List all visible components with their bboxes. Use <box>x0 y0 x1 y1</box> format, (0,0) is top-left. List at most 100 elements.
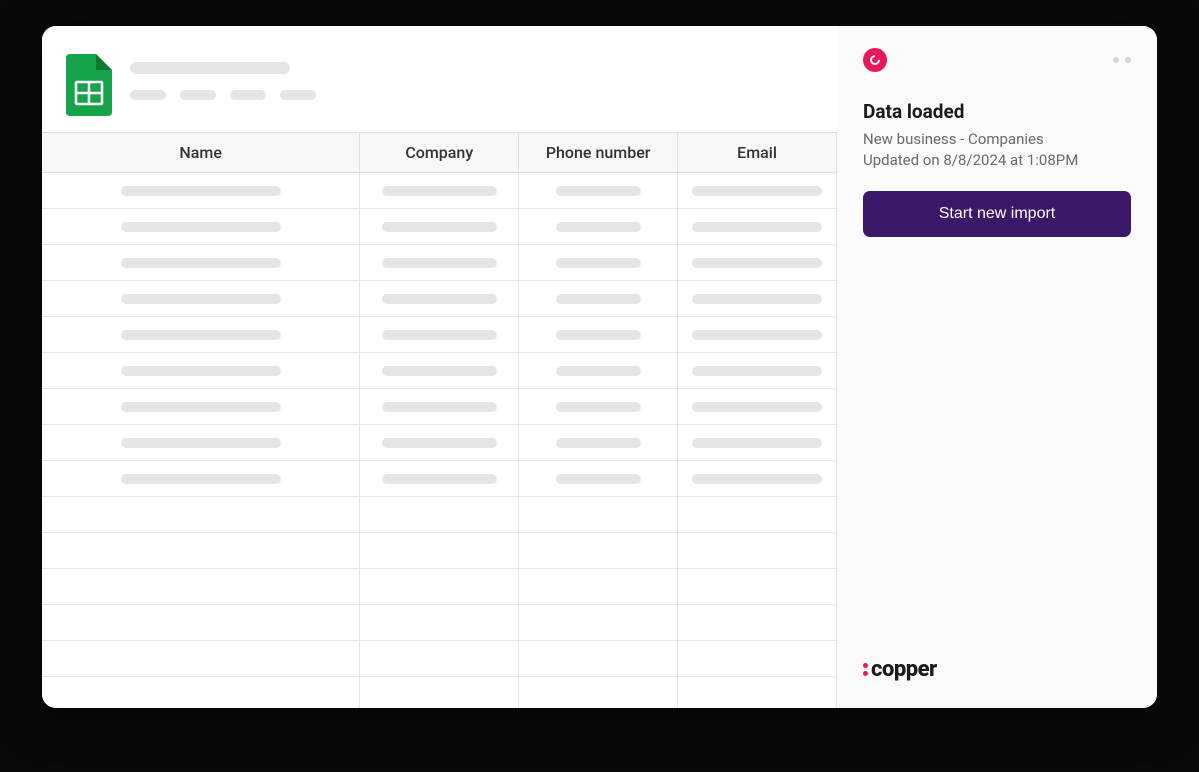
cell-name[interactable] <box>42 353 360 389</box>
table-row[interactable] <box>42 425 837 461</box>
cell-name[interactable] <box>42 173 360 209</box>
cell-phone[interactable] <box>519 461 678 497</box>
cell-email[interactable] <box>678 425 837 461</box>
cell-phone[interactable] <box>519 245 678 281</box>
empty-cell[interactable] <box>519 605 678 641</box>
empty-cell[interactable] <box>42 497 360 533</box>
empty-cell[interactable] <box>519 533 678 569</box>
table-row-empty[interactable] <box>42 497 837 533</box>
cell-email[interactable] <box>678 389 837 425</box>
cell-email[interactable] <box>678 281 837 317</box>
menu-item-placeholder <box>230 90 266 100</box>
empty-cell[interactable] <box>42 677 360 709</box>
empty-cell[interactable] <box>360 677 519 709</box>
doc-title-placeholder <box>130 62 290 74</box>
table-row-empty[interactable] <box>42 641 837 677</box>
cell-phone[interactable] <box>519 353 678 389</box>
empty-cell[interactable] <box>678 497 837 533</box>
window-dot[interactable] <box>1113 57 1119 63</box>
table-container: Name Company Phone number Email <box>42 132 837 708</box>
empty-cell[interactable] <box>519 641 678 677</box>
empty-cell[interactable] <box>678 569 837 605</box>
table-row-empty[interactable] <box>42 677 837 709</box>
empty-cell[interactable] <box>42 641 360 677</box>
status-block: Data loaded New business - Companies Upd… <box>863 100 1131 171</box>
cell-phone[interactable] <box>519 389 678 425</box>
cell-name[interactable] <box>42 209 360 245</box>
start-import-button[interactable]: Start new import <box>863 191 1131 237</box>
cell-company[interactable] <box>360 317 519 353</box>
empty-cell[interactable] <box>519 497 678 533</box>
empty-cell[interactable] <box>360 497 519 533</box>
empty-cell[interactable] <box>360 605 519 641</box>
cell-email[interactable] <box>678 209 837 245</box>
cell-company[interactable] <box>360 173 519 209</box>
status-subtitle: New business - Companies <box>863 129 1131 150</box>
cell-placeholder <box>121 258 281 268</box>
table-row[interactable] <box>42 209 837 245</box>
cell-phone[interactable] <box>519 209 678 245</box>
cell-email[interactable] <box>678 245 837 281</box>
table-row-empty[interactable] <box>42 533 837 569</box>
col-header-email[interactable]: Email <box>678 133 837 173</box>
cell-placeholder <box>382 186 497 196</box>
col-header-name[interactable]: Name <box>42 133 360 173</box>
cell-company[interactable] <box>360 353 519 389</box>
menu-item-placeholder <box>130 90 166 100</box>
table-row[interactable] <box>42 245 837 281</box>
empty-cell[interactable] <box>360 533 519 569</box>
cell-placeholder <box>382 402 497 412</box>
cell-placeholder <box>692 186 822 196</box>
cell-email[interactable] <box>678 317 837 353</box>
empty-cell[interactable] <box>678 677 837 709</box>
cell-email[interactable] <box>678 353 837 389</box>
window-controls[interactable] <box>1113 57 1131 63</box>
copper-icon <box>863 48 887 72</box>
cell-name[interactable] <box>42 425 360 461</box>
table-row-empty[interactable] <box>42 605 837 641</box>
table-row[interactable] <box>42 353 837 389</box>
cell-company[interactable] <box>360 389 519 425</box>
cell-phone[interactable] <box>519 173 678 209</box>
table-row[interactable] <box>42 281 837 317</box>
cell-phone[interactable] <box>519 317 678 353</box>
cell-company[interactable] <box>360 245 519 281</box>
cell-placeholder <box>382 366 497 376</box>
empty-cell[interactable] <box>519 677 678 709</box>
empty-cell[interactable] <box>678 641 837 677</box>
empty-cell[interactable] <box>519 569 678 605</box>
table-row[interactable] <box>42 461 837 497</box>
empty-cell[interactable] <box>42 533 360 569</box>
cell-placeholder <box>121 366 281 376</box>
cell-company[interactable] <box>360 425 519 461</box>
cell-company[interactable] <box>360 281 519 317</box>
empty-cell[interactable] <box>678 533 837 569</box>
cell-phone[interactable] <box>519 281 678 317</box>
cell-email[interactable] <box>678 461 837 497</box>
empty-cell[interactable] <box>42 605 360 641</box>
cell-name[interactable] <box>42 461 360 497</box>
cell-phone[interactable] <box>519 425 678 461</box>
empty-cell[interactable] <box>678 605 837 641</box>
cell-placeholder <box>382 474 497 484</box>
cell-name[interactable] <box>42 389 360 425</box>
cell-name[interactable] <box>42 245 360 281</box>
cell-placeholder <box>121 474 281 484</box>
empty-cell[interactable] <box>42 569 360 605</box>
cell-company[interactable] <box>360 209 519 245</box>
table-row[interactable] <box>42 317 837 353</box>
table-row-empty[interactable] <box>42 569 837 605</box>
cell-email[interactable] <box>678 173 837 209</box>
col-header-phone[interactable]: Phone number <box>519 133 678 173</box>
cell-company[interactable] <box>360 461 519 497</box>
cell-placeholder <box>556 366 641 376</box>
cell-name[interactable] <box>42 281 360 317</box>
empty-cell[interactable] <box>360 641 519 677</box>
col-header-company[interactable]: Company <box>360 133 519 173</box>
copper-logo-text: copper <box>871 657 937 682</box>
empty-cell[interactable] <box>360 569 519 605</box>
window-dot[interactable] <box>1125 57 1131 63</box>
table-row[interactable] <box>42 389 837 425</box>
cell-name[interactable] <box>42 317 360 353</box>
table-row[interactable] <box>42 173 837 209</box>
